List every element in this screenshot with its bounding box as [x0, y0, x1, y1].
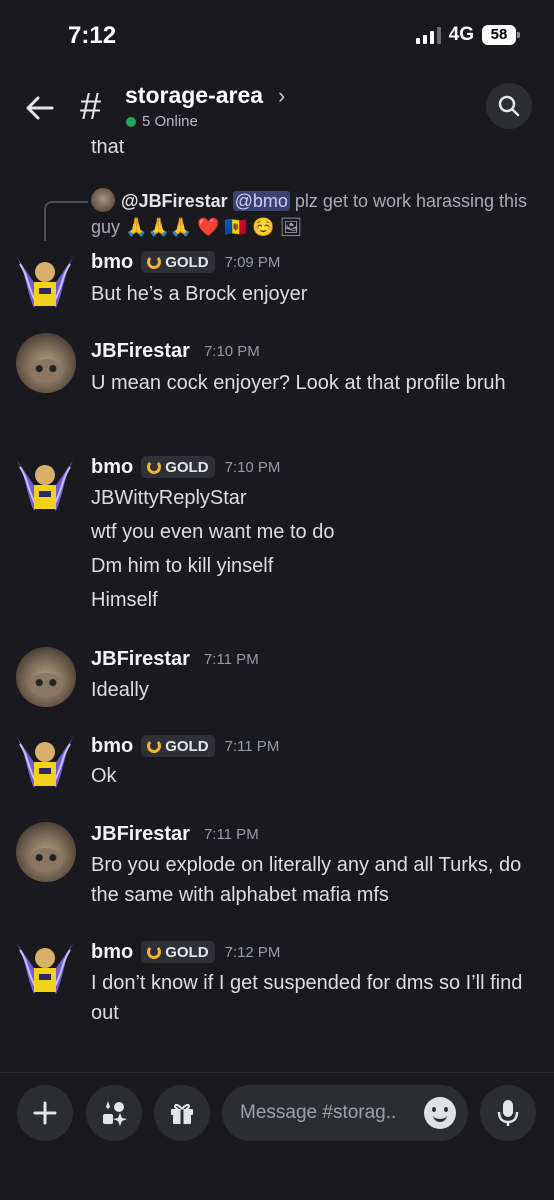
author-name[interactable]: bmo: [91, 251, 133, 274]
avatar[interactable]: [12, 730, 78, 800]
apps-button[interactable]: [86, 1085, 142, 1141]
channel-header: # storage-area › 5 Online: [0, 76, 554, 146]
message-text: wtf you even want me to do: [91, 521, 335, 543]
author-line: bmo GOLD 7:09 PM: [91, 248, 280, 276]
avatar[interactable]: [16, 647, 76, 707]
channel-hash-icon: #: [80, 86, 102, 128]
author-name[interactable]: JBFirestar: [91, 340, 190, 363]
network-type: 4G: [448, 24, 474, 45]
status-indicators: 4G 58: [415, 24, 520, 46]
gift-icon: [171, 1103, 193, 1124]
bmo-avatar-art: [16, 942, 74, 994]
gold-icon: [147, 255, 162, 269]
message-list[interactable]: that @JBFirestar @bmo plz get to work ha…: [0, 140, 554, 1070]
author-name[interactable]: JBFirestar: [91, 648, 190, 671]
gold-icon: [147, 739, 162, 753]
message-text: U mean cock enjoyer? Look at that profil…: [91, 372, 506, 394]
badge-label: GOLD: [165, 253, 209, 271]
gold-badge[interactable]: GOLD: [141, 941, 215, 963]
gold-badge[interactable]: GOLD: [141, 456, 215, 478]
timestamp: 7:09 PM: [224, 253, 281, 271]
back-arrow-icon[interactable]: [22, 90, 58, 126]
apps-sparkle-icon: [103, 1101, 127, 1126]
message-composer: Message #storag..: [0, 1072, 554, 1200]
online-count-label: 5 Online: [142, 113, 198, 130]
battery-icon: 58: [482, 25, 520, 45]
bmo-avatar-art: [16, 459, 74, 511]
reply-emojis: 🙏🙏🙏 ❤️ 🇲🇩 ☺️ 🖼: [125, 217, 303, 237]
message-text: Himself: [91, 589, 158, 611]
gift-button[interactable]: [154, 1085, 210, 1141]
search-button[interactable]: [486, 83, 532, 129]
author-line: bmo GOLD 7:12 PM: [91, 938, 280, 966]
message-text: JBWittyReplyStar: [91, 487, 247, 509]
avatar[interactable]: [12, 453, 78, 523]
chevron-right-icon[interactable]: ›: [278, 83, 285, 109]
badge-label: GOLD: [165, 943, 209, 961]
emoji-icon[interactable]: [424, 1097, 456, 1129]
mention[interactable]: @bmo: [232, 191, 290, 211]
online-count: 5 Online: [126, 113, 198, 130]
author-line: JBFirestar 7:10 PM: [91, 337, 260, 365]
add-button[interactable]: [17, 1085, 73, 1141]
bmo-avatar-art: [16, 256, 74, 308]
reply-connector: [44, 201, 88, 241]
microphone-icon: [497, 1100, 519, 1126]
timestamp: 7:10 PM: [224, 458, 281, 476]
author-name[interactable]: bmo: [91, 735, 133, 758]
search-icon: [498, 95, 520, 117]
status-bar: 7:12 4G 58: [0, 0, 554, 72]
online-status-dot: [126, 116, 136, 127]
channel-name[interactable]: storage-area: [125, 82, 263, 109]
message-text: Bro you explode on literally any and all…: [91, 854, 522, 906]
previous-message-text: that: [91, 140, 125, 158]
message-text: Ideally: [91, 679, 149, 701]
avatar[interactable]: [16, 822, 76, 882]
status-time: 7:12: [68, 22, 117, 49]
timestamp: 7:11 PM: [203, 825, 259, 843]
gold-badge[interactable]: GOLD: [141, 251, 215, 273]
message-text: But he’s a Brock enjoyer: [91, 283, 308, 305]
signal-icon: [415, 26, 441, 44]
author-name[interactable]: bmo: [91, 941, 133, 964]
message-text: Ok: [91, 765, 117, 787]
reply-author[interactable]: @JBFirestar: [121, 191, 228, 211]
voice-button[interactable]: [480, 1085, 536, 1141]
badge-label: GOLD: [165, 458, 209, 476]
gold-icon: [147, 460, 162, 474]
badge-label: GOLD: [165, 737, 209, 755]
plus-icon: [33, 1101, 57, 1125]
author-line: bmo GOLD 7:10 PM: [91, 453, 280, 481]
timestamp: 7:11 PM: [224, 737, 280, 755]
author-name[interactable]: bmo: [91, 456, 133, 479]
timestamp: 7:10 PM: [203, 342, 260, 360]
message-text: I don’t know if I get suspended for dms …: [91, 972, 523, 1024]
message-text: Dm him to kill yinself: [91, 555, 274, 577]
reply-avatar: [91, 188, 115, 212]
author-line: JBFirestar 7:11 PM: [91, 645, 259, 673]
avatar[interactable]: [12, 936, 78, 1006]
bmo-avatar-art: [16, 736, 74, 788]
avatar[interactable]: [16, 333, 76, 393]
avatar[interactable]: [12, 250, 78, 320]
author-line: JBFirestar 7:11 PM: [91, 820, 259, 848]
author-name[interactable]: JBFirestar: [91, 823, 190, 846]
gold-icon: [147, 945, 162, 959]
gold-badge[interactable]: GOLD: [141, 735, 215, 757]
timestamp: 7:11 PM: [203, 650, 259, 668]
timestamp: 7:12 PM: [224, 943, 281, 961]
author-line: bmo GOLD 7:11 PM: [91, 732, 279, 760]
reply-preview[interactable]: @JBFirestar @bmo plz get to work harassi…: [91, 188, 531, 240]
